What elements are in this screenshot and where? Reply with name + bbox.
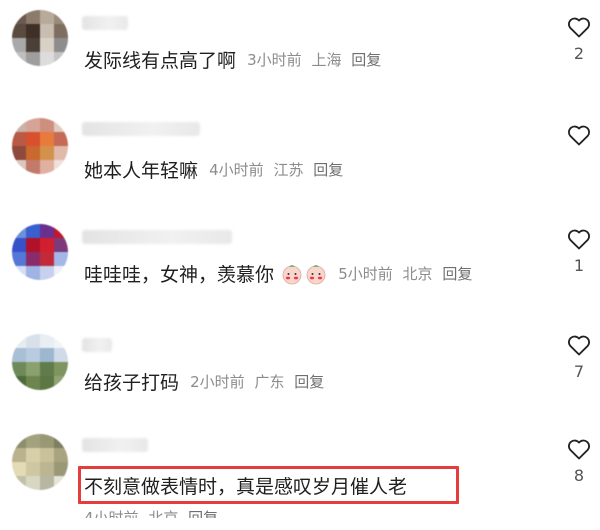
avatar[interactable] — [12, 434, 68, 490]
comment-line: 哇哇哇，女神，羡慕你 5小时前 北京 回复 — [84, 260, 477, 287]
emoji-face-icon — [281, 263, 303, 285]
like-control[interactable]: 2 — [566, 16, 592, 63]
comment-location: 江苏 — [273, 161, 304, 179]
comment-item: 哇哇哇，女神，羡慕你 5小时前 北京 回复 1 — [0, 212, 600, 318]
reply-button[interactable]: 回复 — [188, 509, 218, 518]
comment-line: 给孩子打码 2小时前 广东 回复 — [84, 368, 329, 395]
comment-meta-line: 4小时前 北京 回复 — [84, 507, 223, 518]
comment-item: 她本人年轻嘛 4小时前 江苏 回复 — [0, 106, 600, 212]
comment-time: 2小时前 — [190, 373, 245, 391]
username-blurred[interactable] — [82, 438, 148, 452]
avatar[interactable] — [12, 118, 68, 174]
username-blurred[interactable] — [82, 338, 112, 352]
comment-meta: 2小时前 广东 回复 — [190, 373, 329, 391]
comment-time: 4小时前 — [84, 509, 139, 518]
comment-item: 发际线有点高了啊 3小时前 上海 回复 2 — [0, 0, 600, 106]
like-count: 2 — [573, 44, 585, 63]
username-blurred[interactable] — [82, 230, 232, 244]
comment-item: 给孩子打码 2小时前 广东 回复 7 — [0, 318, 600, 424]
comment-text: 哇哇哇，女神，羡慕你 — [84, 264, 275, 286]
username-blurred[interactable] — [82, 16, 128, 30]
username-blurred[interactable] — [82, 122, 200, 136]
avatar[interactable] — [12, 224, 68, 280]
comment-line: 发际线有点高了啊 3小时前 上海 回复 — [84, 46, 386, 73]
comment-text: 给孩子打码 — [84, 372, 180, 394]
avatar[interactable] — [12, 334, 68, 390]
like-control[interactable]: 8 — [566, 438, 592, 485]
reply-button[interactable]: 回复 — [313, 161, 343, 179]
heart-icon[interactable] — [567, 228, 591, 250]
comment-text: 她本人年轻嘛 — [84, 160, 199, 182]
reply-button[interactable]: 回复 — [294, 373, 324, 391]
comment-location: 北京 — [148, 509, 179, 518]
reply-button[interactable]: 回复 — [442, 265, 472, 283]
comment-time: 4小时前 — [209, 161, 264, 179]
comment-time: 3小时前 — [247, 51, 302, 69]
like-control[interactable] — [566, 124, 592, 152]
comment-location: 广东 — [254, 373, 285, 391]
comment-location: 上海 — [311, 51, 342, 69]
comment-meta: 5小时前 北京 回复 — [338, 265, 477, 283]
heart-icon[interactable] — [567, 438, 591, 460]
comment-meta: 3小时前 上海 回复 — [247, 51, 386, 69]
like-count: 7 — [573, 362, 585, 381]
comment-meta: 4小时前 北京 回复 — [84, 509, 223, 518]
comment-text: 发际线有点高了啊 — [84, 50, 237, 72]
like-control[interactable]: 1 — [566, 228, 592, 275]
like-count: 1 — [573, 256, 585, 275]
comment-time: 5小时前 — [338, 265, 393, 283]
heart-icon[interactable] — [567, 16, 591, 38]
like-control[interactable]: 7 — [566, 334, 592, 381]
emoji-face-icon — [305, 263, 327, 285]
heart-icon[interactable] — [567, 334, 591, 356]
comment-line: 她本人年轻嘛 4小时前 江苏 回复 — [84, 156, 348, 183]
heart-icon[interactable] — [567, 124, 591, 146]
like-count: 8 — [573, 466, 585, 485]
reply-button[interactable]: 回复 — [351, 51, 381, 69]
avatar[interactable] — [12, 10, 68, 66]
emoji-list — [279, 263, 327, 285]
comment-location: 北京 — [402, 265, 433, 283]
highlight-box — [78, 466, 459, 504]
comment-meta: 4小时前 江苏 回复 — [209, 161, 348, 179]
